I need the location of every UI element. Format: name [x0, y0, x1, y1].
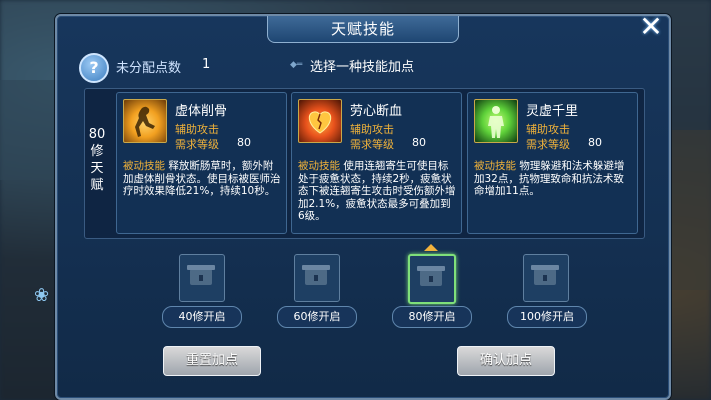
skill-requirement-value: 80 — [588, 136, 602, 149]
skill-type: 辅助攻击 — [350, 123, 394, 136]
close-icon: ✕ — [639, 10, 663, 43]
spirit-body-icon — [474, 99, 518, 143]
background-side-panel-left — [0, 80, 60, 180]
skill-description: 被动技能 物理躲避和法术躲避增加32点，抗物理致命和抗法术致命增加11点。 — [474, 160, 632, 198]
help-icon[interactable]: ? — [79, 53, 109, 83]
skill-name: 灵虚千里 — [526, 104, 579, 119]
slot-label-40: 40修开启 — [162, 306, 242, 328]
unassigned-points-value: 1 — [202, 57, 211, 72]
skill-description: 被动技能 使用连翘寄生可使目标处于疲惫状态，持续2秒，疲惫状态下被连翘寄生攻击时… — [298, 160, 456, 223]
skill-requirement-label: 需求等级 — [350, 138, 394, 151]
locked-chest-icon — [531, 265, 559, 285]
skill-requirement-value: 80 — [237, 136, 251, 149]
skill-tag: 被动技能 — [474, 160, 516, 172]
skill-name: 虚体削骨 — [175, 104, 228, 119]
background-side-panel-right — [666, 130, 711, 290]
selection-hint: ◆═ 选择一种技能加点 — [286, 56, 442, 75]
unassigned-points-label: 未分配点数 — [116, 61, 182, 76]
skill-tag: 被动技能 — [298, 160, 340, 172]
flower-ornament-icon: ❀ — [34, 285, 50, 306]
reset-points-button[interactable]: 重置加点 — [163, 346, 261, 376]
confirm-points-button[interactable]: 确认加点 — [457, 346, 555, 376]
skill-description: 被动技能 释放断肠草时，额外附加虚体削骨状态。使目标被医师治疗时效果降低21%，… — [123, 160, 281, 198]
skill-card-lingxuqianli[interactable]: 灵虚千里 辅助攻击 需求等级 80 被动技能 物理躲避和法术躲避增加32点，抗物… — [467, 92, 638, 234]
talent-slot-40[interactable] — [179, 254, 225, 302]
skill-card-xutixiaogu[interactable]: 虚体削骨 辅助攻击 需求等级 80 被动技能 释放断肠草时，额外附加虚体削骨状态… — [116, 92, 287, 234]
close-button[interactable]: ✕ — [634, 13, 668, 43]
skill-name: 劳心断血 — [350, 104, 403, 119]
skill-requirement-label: 需求等级 — [175, 138, 219, 151]
skill-card-laoxinduanxue[interactable]: 劳心断血 辅助攻击 需求等级 80 被动技能 使用连翘寄生可使目标处于疲惫状态，… — [291, 92, 462, 234]
locked-chest-icon — [302, 265, 330, 285]
locked-chest-icon — [187, 265, 215, 285]
selection-hint-text: 选择一种技能加点 — [310, 60, 415, 75]
withered-body-icon — [123, 99, 167, 143]
tier-label: 80 修 天 赋 — [88, 127, 106, 193]
skill-tag: 被动技能 — [123, 160, 165, 172]
skill-requirement-label: 需求等级 — [526, 138, 570, 151]
skill-type: 辅助攻击 — [175, 123, 219, 136]
talent-slot-60[interactable] — [294, 254, 340, 302]
hint-deco-left-icon: ◆═ — [290, 60, 303, 70]
skill-requirement-value: 80 — [412, 136, 426, 149]
locked-chest-icon — [417, 266, 445, 286]
dialog-title: 天赋技能 — [267, 16, 459, 43]
selected-arrow-icon — [424, 244, 438, 251]
slot-label-60: 60修开启 — [277, 306, 357, 328]
talent-slot-100[interactable] — [523, 254, 569, 302]
slot-label-80: 80修开启 — [392, 306, 472, 328]
talent-slot-80[interactable] — [408, 254, 456, 304]
skill-type: 辅助攻击 — [526, 123, 570, 136]
slot-label-100: 100修开启 — [507, 306, 587, 328]
broken-heart-icon — [298, 99, 342, 143]
